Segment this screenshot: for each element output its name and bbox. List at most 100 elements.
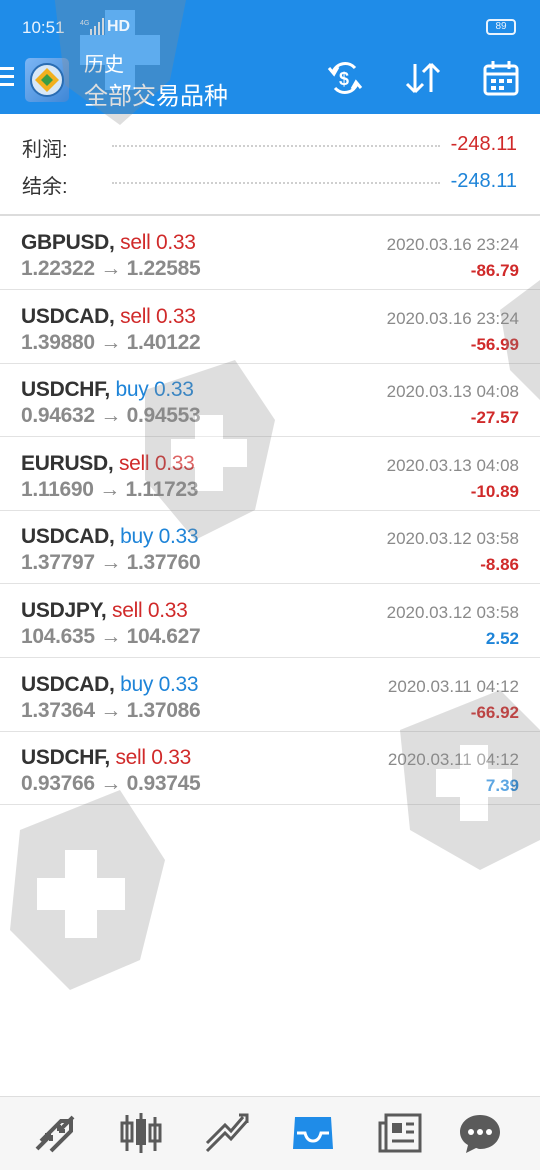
trade-symbol: USDJPY, sell 0.33 xyxy=(21,599,188,623)
trade-profit: -86.79 xyxy=(470,261,519,280)
trade-type: sell 0.33 xyxy=(120,231,196,254)
open-price: 1.11690 xyxy=(21,477,94,501)
battery-level: 89 xyxy=(495,21,507,32)
news-icon[interactable] xyxy=(376,1111,424,1155)
symbol-name: USDCHF, xyxy=(21,378,110,402)
trade-row[interactable]: USDCAD, buy 0.33 1.37364 → 1.37086 2020.03… xyxy=(0,659,540,732)
trade-time: 2020.03.13 04:08 xyxy=(386,455,519,475)
arrow-icon: → xyxy=(100,698,122,722)
trade-profit: -56.99 xyxy=(470,334,519,354)
trade-time: 2020.03.16 23:24 xyxy=(386,235,519,254)
trade-type: sell 0.33 xyxy=(115,746,191,770)
trade-profit: 7.39 xyxy=(485,776,519,796)
header-subtitle: 历史 xyxy=(84,54,124,76)
close-price: 1.11723 xyxy=(125,477,199,501)
trade-time: 2020.03.13 04:08 xyxy=(386,382,519,402)
status-time: 10:51 xyxy=(22,18,65,37)
trade-type: buy 0.33 xyxy=(120,672,199,696)
open-price: 1.39880 xyxy=(21,330,95,354)
chat-icon[interactable] xyxy=(456,1111,504,1155)
app-bar: 10:51 4G HD 89 历史 全部交易品种 $ xyxy=(0,0,540,114)
header-title[interactable]: 全部交易品种 xyxy=(84,76,228,111)
close-price: 0.94553 xyxy=(126,404,201,428)
open-price: 0.93766 xyxy=(21,772,95,796)
trade-row[interactable]: GBPUSD, sell 0.33 1.22322 → 1.22585 2020.0… xyxy=(0,217,540,290)
arrow-icon: → xyxy=(100,625,122,648)
symbol-name: USDCAD, xyxy=(21,672,115,696)
trade-row[interactable]: USDJPY, sell 0.33 104.635 → 104.627 2020.0… xyxy=(0,585,540,658)
trade-time: 2020.03.12 03:58 xyxy=(386,529,519,549)
bottom-nav xyxy=(0,1096,540,1170)
status-hd: HD xyxy=(107,18,131,35)
svg-text:4G: 4G xyxy=(80,20,89,27)
trade-symbol: USDCAD, buy 0.33 xyxy=(21,525,199,549)
close-price: 1.37086 xyxy=(126,698,201,722)
trade-profit: -27.57 xyxy=(470,408,519,428)
sort-icon[interactable] xyxy=(403,58,443,98)
trade-row[interactable]: EURUSD, sell 0.33 1.11690 → 1.11723 2020.0… xyxy=(0,438,540,511)
trade-prices: 1.37797 → 1.37760 xyxy=(21,551,201,575)
trade-row[interactable]: USDCAD, sell 0.33 1.39880 → 1.40122 2020.0… xyxy=(0,291,540,364)
trade-row[interactable]: USDCHF, sell 0.33 0.93766 → 0.93745 2020.0… xyxy=(0,732,540,806)
trade-profit: -66.92 xyxy=(470,702,519,722)
trade-symbol: USDCAD, sell 0.33 xyxy=(21,305,196,329)
svg-text:$: $ xyxy=(339,69,349,89)
open-price: 1.37797 xyxy=(21,551,95,575)
arrow-icon: → xyxy=(100,404,122,428)
symbol-name: USDJPY, xyxy=(21,599,107,622)
trade-time: 2020.03.12 03:58 xyxy=(386,603,519,622)
balance-value: -248.11 xyxy=(450,170,517,192)
trade-prices: 1.37364 → 1.37086 xyxy=(21,698,201,723)
metatrader-logo-icon xyxy=(30,63,64,97)
dotted-leader xyxy=(112,182,440,184)
quotes-icon[interactable] xyxy=(31,1111,79,1155)
trade-symbol: USDCHF, sell 0.33 xyxy=(21,746,191,770)
profit-row: 利润: -248.11 xyxy=(0,127,540,163)
open-price: 1.37364 xyxy=(21,698,95,722)
status-bar: 10:51 4G HD 89 xyxy=(0,0,540,52)
close-price: 1.22585 xyxy=(126,257,201,280)
trade-symbol: GBPUSD, sell 0.33 xyxy=(21,231,196,255)
trade-row[interactable]: USDCAD, buy 0.33 1.37797 → 1.37760 2020.03… xyxy=(0,511,540,585)
symbol-name: USDCAD, xyxy=(21,525,115,549)
trade-prices: 0.94632 → 0.94553 xyxy=(21,404,201,428)
arrow-icon: → xyxy=(100,330,122,354)
history-icon[interactable] xyxy=(289,1111,337,1155)
close-price: 1.40122 xyxy=(126,330,201,354)
chart-icon[interactable] xyxy=(117,1111,165,1155)
trade-profit: -8.86 xyxy=(480,555,519,575)
trade-profit: -10.89 xyxy=(470,481,519,501)
trade-type: buy 0.33 xyxy=(120,525,199,549)
trade-icon[interactable] xyxy=(203,1111,251,1155)
dotted-leader xyxy=(112,145,440,147)
trade-symbol: USDCHF, buy 0.33 xyxy=(21,378,194,402)
symbol-name: USDCHF, xyxy=(21,746,110,770)
trade-time: 2020.03.11 04:12 xyxy=(387,676,519,696)
symbol-name: GBPUSD, xyxy=(21,231,115,254)
calendar-icon[interactable] xyxy=(481,58,521,98)
profit-label: 利润: xyxy=(22,139,68,161)
trade-type: sell 0.33 xyxy=(118,451,195,475)
trade-symbol: EURUSD, sell 0.33 xyxy=(21,452,195,476)
app-logo[interactable] xyxy=(25,58,69,102)
arrow-icon: → xyxy=(100,551,122,575)
close-price: 1.37760 xyxy=(126,551,201,575)
symbol-name: EURUSD, xyxy=(21,451,114,475)
trade-type: buy 0.33 xyxy=(115,378,194,402)
trade-time: 2020.03.11 04:12 xyxy=(387,750,519,770)
trade-symbol: USDCAD, buy 0.33 xyxy=(21,672,199,697)
balance-label: 结余: xyxy=(22,176,68,198)
arrow-icon: → xyxy=(100,772,122,796)
trade-prices: 1.11690 → 1.11723 xyxy=(21,478,198,502)
trade-prices: 0.93766 → 0.93745 xyxy=(21,772,201,796)
signal-icon: 4G xyxy=(80,18,104,35)
currency-exchange-icon[interactable]: $ xyxy=(325,58,365,98)
divider xyxy=(0,214,540,216)
trade-row[interactable]: USDCHF, buy 0.33 0.94632 → 0.94553 2020.03… xyxy=(0,364,540,438)
arrow-icon: → xyxy=(100,257,122,280)
watermark-shield-icon xyxy=(10,790,165,990)
open-price: 1.22322 xyxy=(21,257,95,280)
battery-icon: 89 xyxy=(486,19,516,35)
menu-icon[interactable] xyxy=(0,67,16,89)
trade-prices: 1.22322 → 1.22585 xyxy=(21,257,201,281)
